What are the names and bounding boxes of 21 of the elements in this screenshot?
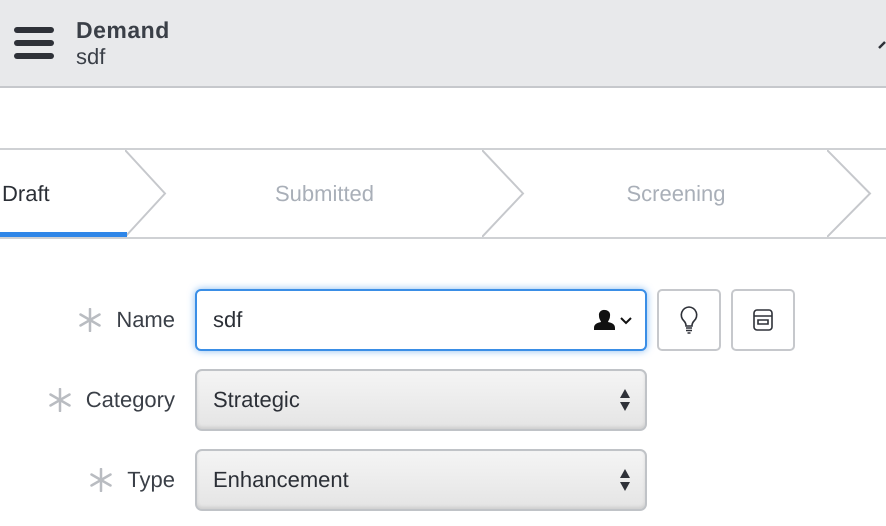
required-icon <box>78 308 102 332</box>
required-icon <box>48 388 72 412</box>
menu-icon[interactable] <box>14 27 54 59</box>
select-field[interactable]: Strategic <box>195 369 647 431</box>
archive-button[interactable] <box>731 289 795 351</box>
field-label: Name <box>116 307 175 333</box>
lightbulb-icon <box>679 306 699 334</box>
up-down-icon <box>619 388 631 412</box>
select-field[interactable]: Enhancement <box>195 449 647 511</box>
field-label: Type <box>127 467 175 493</box>
user-dropdown-icon[interactable] <box>593 308 633 332</box>
process-step[interactable]: Draft <box>0 150 125 237</box>
page-title: Demand <box>76 16 170 44</box>
name-field[interactable]: sdf <box>195 289 647 351</box>
archive-icon <box>752 308 774 332</box>
page-subtitle: sdf <box>76 44 106 70</box>
lightbulb-button[interactable] <box>657 289 721 351</box>
required-icon <box>89 468 114 492</box>
up-down-icon <box>619 468 631 492</box>
field-label: Category <box>86 387 175 413</box>
chevron-icon[interactable] <box>878 40 886 50</box>
